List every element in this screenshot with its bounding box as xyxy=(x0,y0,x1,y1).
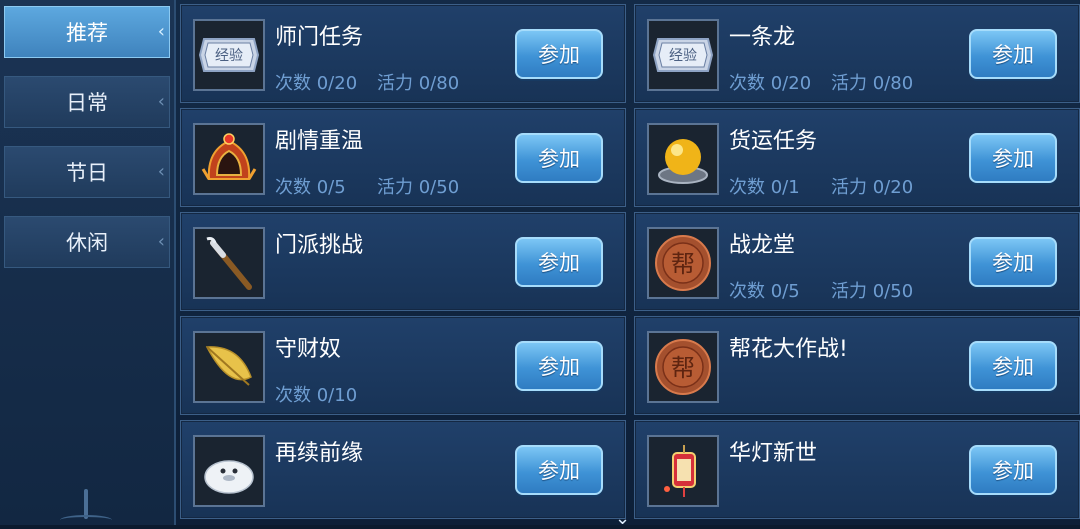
vitality-text: 活力 0/50 xyxy=(831,281,914,302)
activity-title: 再续前缘 xyxy=(275,441,364,466)
vitality-text: 活力 0/80 xyxy=(377,73,460,94)
chevron-left-icon: ‹ xyxy=(157,91,165,112)
join-button[interactable]: 参加 xyxy=(515,133,603,183)
vitality-text: 活力 0/20 xyxy=(831,177,914,198)
join-button[interactable]: 参加 xyxy=(515,237,603,287)
guild-coin-icon: 帮 xyxy=(647,331,719,403)
count-text: 次数 0/5 xyxy=(729,281,800,302)
tab-label: 休闲 xyxy=(66,231,108,255)
tab-leisure[interactable]: 休闲 ‹ xyxy=(4,216,170,268)
activity-card: 帮 帮花大作战! 参加 xyxy=(634,316,1080,415)
gold-orb-icon xyxy=(647,123,719,195)
count-text: 次数 0/10 xyxy=(275,385,358,406)
join-button[interactable]: 参加 xyxy=(969,133,1057,183)
count-text: 次数 0/5 xyxy=(275,177,346,198)
tab-festival[interactable]: 节日 ‹ xyxy=(4,146,170,198)
activity-grid: 经验 师门任务 次数 0/20 活力 0/80 参加 经验 一条龙 次数 0/2… xyxy=(180,4,1080,520)
join-button[interactable]: 参加 xyxy=(515,29,603,79)
activity-title: 师门任务 xyxy=(275,25,364,50)
vitality-text: 活力 0/50 xyxy=(377,177,460,198)
lantern-icon xyxy=(647,435,719,507)
category-tab-bar: 推荐 ‹ 日常 ‹ 节日 ‹ 休闲 ‹ xyxy=(0,0,176,525)
exp-label: 经验 xyxy=(215,48,243,64)
tab-label: 推荐 xyxy=(66,21,108,45)
seal-pet-icon xyxy=(193,435,265,507)
chevron-down-icon: ⌄ xyxy=(615,508,631,529)
chevron-left-icon: ‹ xyxy=(157,231,165,252)
activity-card: 门派挑战 参加 xyxy=(180,212,626,311)
guild-coin-icon: 帮 xyxy=(647,227,719,299)
activity-card: 再续前缘 参加 xyxy=(180,420,626,519)
tab-daily[interactable]: 日常 ‹ xyxy=(4,76,170,128)
join-button[interactable]: 参加 xyxy=(969,29,1057,79)
helmet-icon xyxy=(193,123,265,195)
chevron-left-icon: ‹ xyxy=(157,161,165,182)
join-button[interactable]: 参加 xyxy=(515,341,603,391)
activity-title: 剧情重温 xyxy=(275,129,364,154)
activity-title: 守财奴 xyxy=(275,337,342,362)
exp-ticket-icon: 经验 xyxy=(647,19,719,91)
guild-label: 帮 xyxy=(671,354,695,382)
tab-label: 日常 xyxy=(66,91,108,115)
chevron-left-icon: ‹ xyxy=(157,21,165,42)
activity-title: 战龙堂 xyxy=(729,233,796,258)
guild-label: 帮 xyxy=(671,250,695,278)
join-button[interactable]: 参加 xyxy=(969,237,1057,287)
activity-title: 帮花大作战! xyxy=(729,337,848,362)
decorative-ornament xyxy=(60,515,112,525)
activity-title: 华灯新世 xyxy=(729,441,818,466)
vitality-text: 活力 0/80 xyxy=(831,73,914,94)
activity-title: 货运任务 xyxy=(729,129,818,154)
activity-panel: 推荐 ‹ 日常 ‹ 节日 ‹ 休闲 ‹ 经验 师门任务 次数 0/20 活力 0… xyxy=(0,0,1080,529)
activity-card: 华灯新世 参加 xyxy=(634,420,1080,519)
activity-card: 剧情重温 次数 0/5 活力 0/50 参加 xyxy=(180,108,626,207)
activity-card: 货运任务 次数 0/1 活力 0/20 参加 xyxy=(634,108,1080,207)
activity-title: 一条龙 xyxy=(729,25,796,50)
activity-card: 经验 师门任务 次数 0/20 活力 0/80 参加 xyxy=(180,4,626,103)
activity-card: 守财奴 次数 0/10 参加 xyxy=(180,316,626,415)
tab-recommended[interactable]: 推荐 ‹ xyxy=(4,6,170,58)
join-button[interactable]: 参加 xyxy=(969,341,1057,391)
activity-card: 经验 一条龙 次数 0/20 活力 0/80 参加 xyxy=(634,4,1080,103)
exp-label: 经验 xyxy=(669,48,697,64)
join-button[interactable]: 参加 xyxy=(515,445,603,495)
count-text: 次数 0/20 xyxy=(275,73,358,94)
exp-ticket-icon: 经验 xyxy=(193,19,265,91)
golden-leaf-icon xyxy=(193,331,265,403)
count-text: 次数 0/1 xyxy=(729,177,800,198)
count-text: 次数 0/20 xyxy=(729,73,812,94)
activity-title: 门派挑战 xyxy=(275,233,364,258)
tab-label: 节日 xyxy=(66,161,108,185)
join-button[interactable]: 参加 xyxy=(969,445,1057,495)
brush-icon xyxy=(193,227,265,299)
activity-card: 帮 战龙堂 次数 0/5 活力 0/50 参加 xyxy=(634,212,1080,311)
